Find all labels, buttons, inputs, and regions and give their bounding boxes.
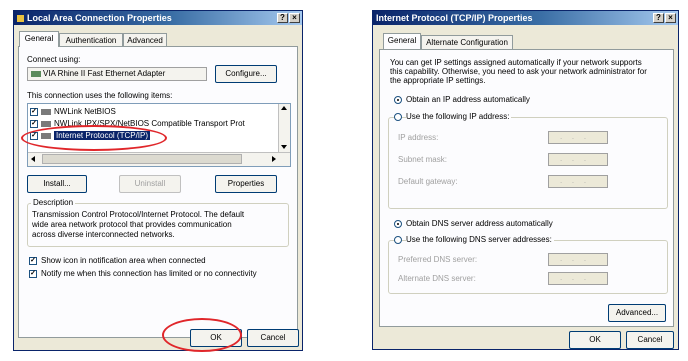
item-label: NWLink NetBIOS xyxy=(54,107,116,116)
cancel-button[interactable]: Cancel xyxy=(626,331,674,349)
title-bar[interactable]: Local Area Connection Properties xyxy=(14,11,302,25)
uninstall-button: Uninstall xyxy=(119,175,181,193)
tab-authentication[interactable]: Authentication xyxy=(59,33,123,47)
connect-using-label: Connect using: xyxy=(27,55,81,64)
local-area-connection-properties-dialog: Local Area Connection Properties ? × Gen… xyxy=(13,10,303,352)
protocol-icon xyxy=(41,109,51,115)
description-label: Description xyxy=(31,198,76,207)
protocol-icon xyxy=(41,121,51,127)
default-gateway-label: Default gateway: xyxy=(398,177,458,186)
general-panel: You can get IP settings assigned automat… xyxy=(379,49,674,327)
use-ip-radio[interactable] xyxy=(394,113,402,121)
vertical-scrollbar[interactable] xyxy=(278,104,290,152)
ok-button[interactable]: OK xyxy=(569,331,621,349)
intro-line-1: You can get IP settings assigned automat… xyxy=(390,58,642,67)
tab-general[interactable]: General xyxy=(19,31,59,47)
tab-alternate-configuration[interactable]: Alternate Configuration xyxy=(421,35,513,49)
install-button[interactable]: Install... xyxy=(27,175,87,193)
subnet-mask-label: Subnet mask: xyxy=(398,155,447,164)
subnet-mask-field: ... xyxy=(548,153,608,166)
obtain-dns-radio[interactable] xyxy=(394,220,402,228)
help-button[interactable]: ? xyxy=(277,13,288,23)
horizontal-scrollbar[interactable] xyxy=(28,152,290,166)
dialog-title: Local Area Connection Properties xyxy=(27,13,172,23)
tcpip-properties-dialog: Internet Protocol (TCP/IP) Properties ? … xyxy=(372,10,679,350)
adapter-icon xyxy=(31,70,41,77)
tab-advanced[interactable]: Advanced xyxy=(123,33,167,47)
item-checkbox[interactable]: ✓ xyxy=(30,108,38,116)
description-line-2: wide area network protocol that provides… xyxy=(32,220,232,229)
scroll-thumb[interactable] xyxy=(42,154,242,164)
configure-button[interactable]: Configure... xyxy=(215,65,277,83)
general-panel: Connect using: VIA Rhine II Fast Etherne… xyxy=(18,46,298,338)
scroll-up-arrow[interactable] xyxy=(281,106,287,110)
highlight-circle-tcpip xyxy=(21,125,167,151)
close-button[interactable]: × xyxy=(665,13,676,23)
obtain-ip-label[interactable]: Obtain an IP address automatically xyxy=(406,95,530,104)
scroll-right-arrow[interactable] xyxy=(272,156,276,162)
close-button[interactable]: × xyxy=(289,13,300,23)
network-icon xyxy=(17,15,24,23)
ip-address-field: ... xyxy=(548,131,608,144)
cancel-button[interactable]: Cancel xyxy=(247,329,299,347)
preferred-dns-field: ... xyxy=(548,253,608,266)
tab-general[interactable]: General xyxy=(383,33,421,49)
ip-address-label: IP address: xyxy=(398,133,439,142)
adapter-name: VIA Rhine II Fast Ethernet Adapter xyxy=(43,69,166,78)
dialog-title: Internet Protocol (TCP/IP) Properties xyxy=(376,13,533,23)
highlight-circle-ok xyxy=(162,318,242,352)
intro-line-2: this capability. Otherwise, you need to … xyxy=(390,67,647,76)
use-dns-label[interactable]: Use the following DNS server addresses: xyxy=(406,235,554,244)
description-line-3: across diverse interconnected networks. xyxy=(32,230,175,239)
alternate-dns-field: ... xyxy=(548,272,608,285)
scroll-down-arrow[interactable] xyxy=(281,145,287,149)
description-line-1: Transmission Control Protocol/Internet P… xyxy=(32,210,245,219)
help-button[interactable]: ? xyxy=(653,13,664,23)
use-dns-radio[interactable] xyxy=(394,236,402,244)
properties-button[interactable]: Properties xyxy=(215,175,277,193)
scroll-left-arrow[interactable] xyxy=(31,156,35,162)
dns-group xyxy=(388,240,668,294)
list-item[interactable]: ✓ NWLink NetBIOS xyxy=(30,107,250,117)
obtain-dns-label[interactable]: Obtain DNS server address automatically xyxy=(406,219,553,228)
item-checkbox[interactable]: ✓ xyxy=(30,120,38,128)
advanced-button[interactable]: Advanced... xyxy=(608,304,666,322)
alternate-dns-label: Alternate DNS server: xyxy=(398,274,476,283)
preferred-dns-label: Preferred DNS server: xyxy=(398,255,478,264)
adapter-box: VIA Rhine II Fast Ethernet Adapter xyxy=(27,67,207,81)
show-icon-label[interactable]: Show icon in notification area when conn… xyxy=(41,256,206,265)
notify-label[interactable]: Notify me when this connection has limit… xyxy=(41,269,257,278)
intro-line-3: the appropriate IP settings. xyxy=(390,76,486,85)
show-icon-checkbox[interactable]: ✓ xyxy=(29,257,37,265)
use-ip-label[interactable]: Use the following IP address: xyxy=(406,112,512,121)
obtain-ip-radio[interactable] xyxy=(394,96,402,104)
default-gateway-field: ... xyxy=(548,175,608,188)
title-bar[interactable]: Internet Protocol (TCP/IP) Properties xyxy=(373,11,678,25)
notify-checkbox[interactable]: ✓ xyxy=(29,270,37,278)
items-label: This connection uses the following items… xyxy=(27,91,173,100)
